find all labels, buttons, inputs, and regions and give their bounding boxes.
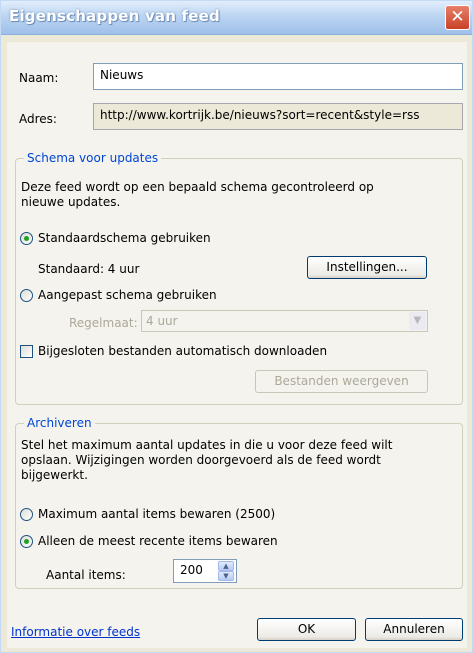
archive-description-line: opslaan. Wijzigingen worden doorgevoerd … xyxy=(21,453,381,467)
schedule-description: Deze feed wordt op een bepaald schema ge… xyxy=(21,180,374,210)
auto-download-label[interactable]: Bijgesloten bestanden automatisch downlo… xyxy=(38,344,327,358)
archive-legend: Archiveren xyxy=(24,416,95,430)
archive-description-line: bijgewerkt. xyxy=(21,468,88,482)
close-button[interactable]: ✕ xyxy=(445,5,470,30)
auto-download-checkbox[interactable] xyxy=(20,345,33,358)
recent-items-label[interactable]: Alleen de meest recente items bewaren xyxy=(38,534,278,548)
default-schedule-radio[interactable] xyxy=(20,232,33,245)
archive-description-line: Stel het maximum aantal updates in die u… xyxy=(21,438,393,452)
schedule-group: Schema voor updates Deze feed wordt op e… xyxy=(15,151,463,405)
chevron-down-icon[interactable]: ▼ xyxy=(409,312,426,330)
dialog-body: Naam: Nieuws Adres: http://www.kortrijk.… xyxy=(7,42,467,648)
settings-button[interactable]: Instellingen... xyxy=(307,256,427,279)
address-field[interactable]: http://www.kortrijk.be/nieuws?sort=recen… xyxy=(93,103,463,130)
info-feeds-link[interactable]: Informatie over feeds xyxy=(11,625,140,639)
arrow-up-icon[interactable]: ▲ xyxy=(218,561,234,571)
max-items-label[interactable]: Maximum aantal items bewaren (2500) xyxy=(38,507,275,521)
items-count-label: Aantal items: xyxy=(46,568,126,582)
items-count-spinner[interactable]: 200 ▲ ▼ xyxy=(173,559,237,583)
address-label: Adres: xyxy=(19,112,57,126)
title-bar[interactable]: Eigenschappen van feed ✕ xyxy=(1,1,472,35)
window-title: Eigenschappen van feed xyxy=(9,7,220,25)
feed-properties-dialog: Eigenschappen van feed ✕ Naam: Nieuws Ad… xyxy=(0,0,473,653)
archive-description: Stel het maximum aantal updates in die u… xyxy=(21,438,392,483)
schedule-description-line: nieuwe updates. xyxy=(21,195,121,209)
name-input[interactable]: Nieuws xyxy=(93,63,463,90)
name-value: Nieuws xyxy=(100,68,144,82)
address-value: http://www.kortrijk.be/nieuws?sort=recen… xyxy=(100,108,420,122)
arrow-down-icon[interactable]: ▼ xyxy=(218,571,234,581)
ok-button[interactable]: OK xyxy=(257,618,356,641)
frequency-label: Regelmaat: xyxy=(69,316,138,330)
cancel-button[interactable]: Annuleren xyxy=(365,618,463,641)
custom-schedule-label[interactable]: Aangepast schema gebruiken xyxy=(38,288,217,302)
max-items-radio[interactable] xyxy=(20,508,33,521)
default-schedule-label[interactable]: Standaardschema gebruiken xyxy=(38,231,211,245)
schedule-description-line: Deze feed wordt op een bepaald schema ge… xyxy=(21,180,374,194)
schedule-legend: Schema voor updates xyxy=(24,151,162,165)
name-label: Naam: xyxy=(19,71,59,85)
recent-items-radio[interactable] xyxy=(20,535,33,548)
close-icon: ✕ xyxy=(450,7,465,27)
items-count-value: 200 xyxy=(180,563,203,577)
frequency-select[interactable]: 4 uur ▼ xyxy=(141,310,428,332)
custom-schedule-radio[interactable] xyxy=(20,289,33,302)
view-files-button[interactable]: Bestanden weergeven xyxy=(255,370,428,393)
default-schedule-text: Standaard: 4 uur xyxy=(38,262,140,276)
archive-group: Archiveren Stel het maximum aantal updat… xyxy=(15,416,463,589)
frequency-value: 4 uur xyxy=(146,314,178,328)
